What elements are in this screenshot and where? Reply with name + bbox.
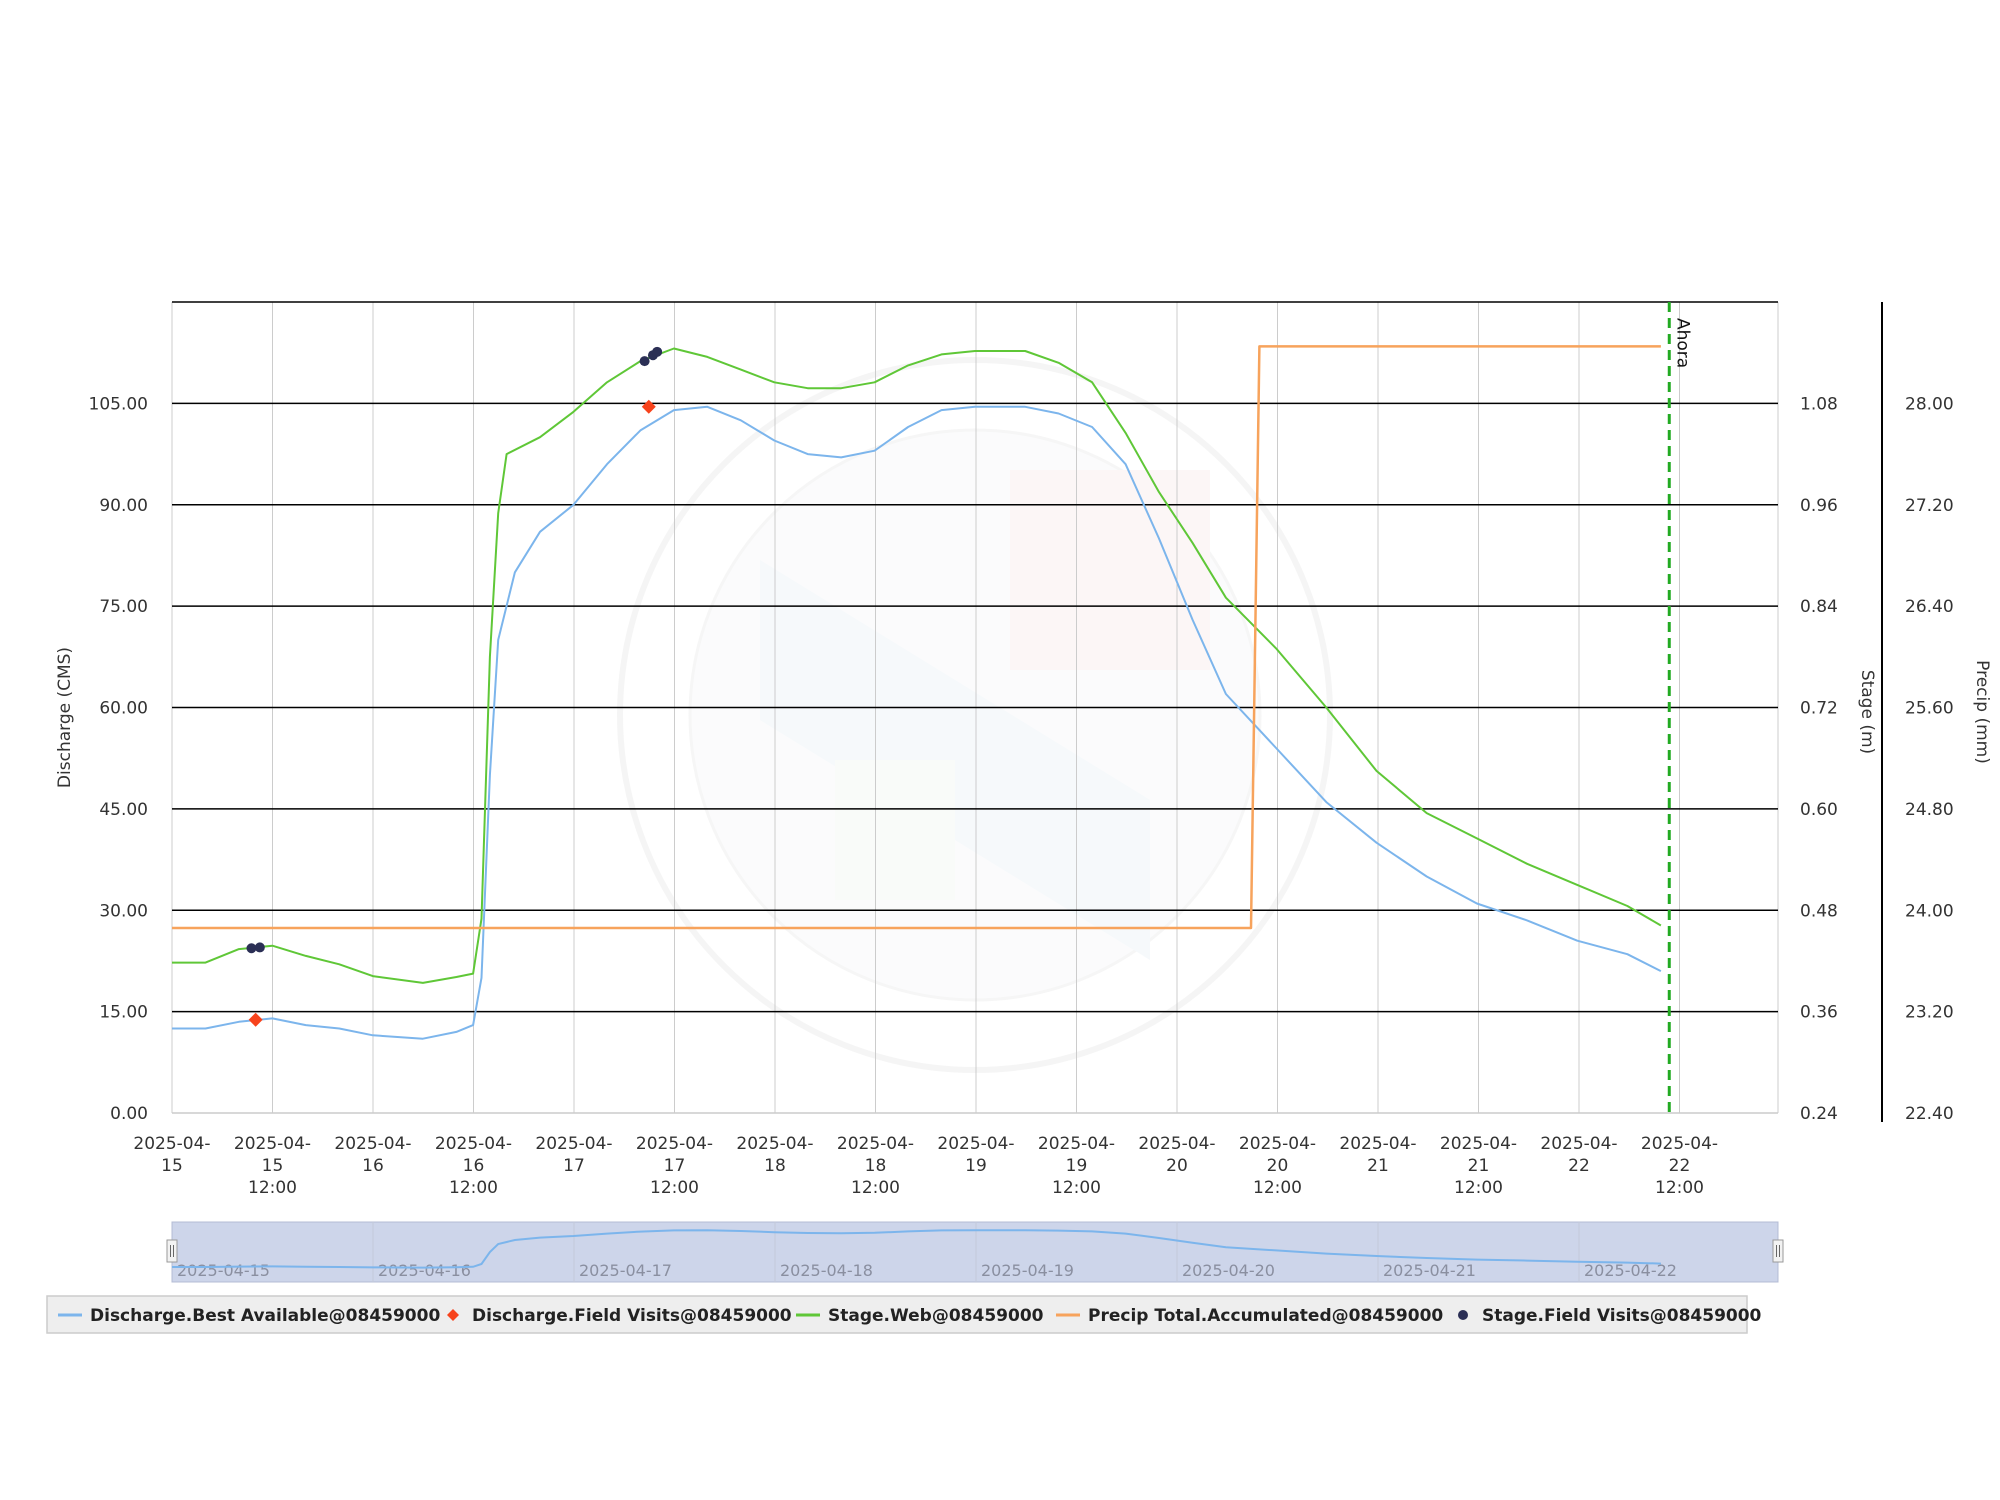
legend-label: Precip Total.Accumulated@08459000 bbox=[1088, 1306, 1443, 1326]
legend-item[interactable]: Discharge.Best Available@08459000 bbox=[58, 1306, 440, 1326]
navigator-tick-label: 2025-04-19 bbox=[981, 1261, 1074, 1280]
navigator-tick-label: 2025-04-22 bbox=[1584, 1261, 1677, 1280]
y-axis-title-stage: Stage (m) bbox=[1857, 670, 1877, 754]
y-tick-label-stage: 0.60 bbox=[1800, 800, 1838, 820]
x-tick-label: 2025-04-21 12:00 bbox=[1440, 1134, 1517, 1198]
legend-item[interactable]: Discharge.Field Visits@08459000 bbox=[447, 1306, 792, 1326]
y-tick-label-discharge: 45.00 bbox=[99, 800, 148, 820]
x-tick-label: 2025-04-15 12:00 bbox=[234, 1134, 311, 1198]
x-tick-label: 2025-04-18 bbox=[736, 1134, 813, 1176]
x-tick-label: 2025-04-16 12:00 bbox=[435, 1134, 512, 1198]
series-discharge-field-visits-point bbox=[641, 399, 656, 414]
series-stage-field-visits-point bbox=[639, 356, 650, 367]
series-discharge-field-visits-point bbox=[248, 1012, 263, 1027]
navigator-tick-label: 2025-04-16 bbox=[378, 1261, 471, 1280]
x-tick-label: 2025-04-15 bbox=[133, 1134, 210, 1176]
navigator-tick-label: 2025-04-20 bbox=[1182, 1261, 1275, 1280]
x-tick-label: 2025-04-17 bbox=[535, 1134, 612, 1176]
legend-item[interactable]: Stage.Web@08459000 bbox=[796, 1306, 1044, 1326]
x-tick-label: 2025-04-20 bbox=[1138, 1134, 1215, 1176]
series-stage-field-visits-point bbox=[254, 942, 265, 953]
legend-item[interactable]: Stage.Field Visits@08459000 bbox=[1458, 1306, 1762, 1326]
y-tick-label-discharge: 105.00 bbox=[89, 394, 148, 414]
legend-item[interactable]: Precip Total.Accumulated@08459000 bbox=[1056, 1306, 1443, 1326]
navigator-tick-label: 2025-04-21 bbox=[1383, 1261, 1476, 1280]
y-tick-label-precip: 27.20 bbox=[1905, 496, 1954, 516]
y-tick-label-precip: 22.40 bbox=[1905, 1104, 1954, 1124]
navigator-tick-label: 2025-04-18 bbox=[780, 1261, 873, 1280]
y-tick-label-discharge: 60.00 bbox=[99, 699, 148, 719]
y-tick-label-discharge: 0.00 bbox=[110, 1104, 148, 1124]
navigator-handle[interactable] bbox=[166, 1239, 178, 1263]
hydrograph-chart: Ahora 0.00 15.00 30.00 45.00 60.00 75.00 90.00… bbox=[46, 301, 1992, 1334]
y-tick-label-stage: 0.96 bbox=[1800, 496, 1838, 516]
legend-label: Stage.Field Visits@08459000 bbox=[1482, 1306, 1762, 1326]
y-tick-label-precip: 24.80 bbox=[1905, 800, 1954, 820]
navigator-tick-label: 2025-04-15 bbox=[177, 1261, 270, 1280]
y-tick-label-stage: 0.84 bbox=[1800, 597, 1838, 617]
legend-label: Stage.Web@08459000 bbox=[828, 1306, 1044, 1326]
y-tick-label-discharge: 75.00 bbox=[99, 597, 148, 617]
y-axis-title-discharge: Discharge (CMS) bbox=[55, 647, 75, 788]
legend-symbol bbox=[1458, 1310, 1468, 1320]
y-tick-label-stage: 0.72 bbox=[1800, 699, 1838, 719]
y-tick-label-stage: 1.08 bbox=[1800, 394, 1838, 414]
x-tick-label: 2025-04-19 12:00 bbox=[1038, 1134, 1115, 1198]
x-tick-label: 2025-04-19 bbox=[937, 1134, 1014, 1176]
navigator-tick-label: 2025-04-17 bbox=[579, 1261, 672, 1280]
x-tick-label: 2025-04-20 12:00 bbox=[1239, 1134, 1316, 1198]
y-tick-label-stage: 0.48 bbox=[1800, 901, 1838, 921]
x-tick-label: 2025-04-18 12:00 bbox=[837, 1134, 914, 1198]
legend-label: Discharge.Field Visits@08459000 bbox=[472, 1306, 792, 1326]
now-marker-label: Ahora bbox=[1672, 318, 1692, 368]
x-tick-label: 2025-04-21 bbox=[1339, 1134, 1416, 1176]
x-tick-label: 2025-04-22 bbox=[1540, 1134, 1617, 1176]
legend-label: Discharge.Best Available@08459000 bbox=[90, 1306, 440, 1326]
y-axis-title-precip: Precip (mm) bbox=[1972, 660, 1992, 764]
y-tick-label-discharge: 30.00 bbox=[99, 901, 148, 921]
y-tick-label-precip: 24.00 bbox=[1905, 901, 1954, 921]
y-tick-label-discharge: 90.00 bbox=[99, 496, 148, 516]
y-tick-label-stage: 0.36 bbox=[1800, 1003, 1838, 1023]
legend: Discharge.Best Available@08459000 Dischar… bbox=[46, 1295, 1762, 1334]
x-tick-label: 2025-04-16 bbox=[334, 1134, 411, 1176]
series-stage-field-visits-point bbox=[652, 346, 663, 357]
navigator-handle[interactable] bbox=[1772, 1239, 1784, 1263]
y-tick-label-precip: 26.40 bbox=[1905, 597, 1954, 617]
y-tick-label-precip: 25.60 bbox=[1905, 699, 1954, 719]
y-tick-label-stage: 0.24 bbox=[1800, 1104, 1838, 1124]
y-tick-label-precip: 23.20 bbox=[1905, 1003, 1954, 1023]
watermark-seal bbox=[617, 357, 1333, 1073]
y-tick-label-discharge: 15.00 bbox=[99, 1003, 148, 1023]
x-tick-label: 2025-04-17 12:00 bbox=[636, 1134, 713, 1198]
x-tick-label: 2025-04-22 12:00 bbox=[1641, 1134, 1718, 1198]
y-tick-label-precip: 28.00 bbox=[1905, 394, 1954, 414]
range-navigator[interactable]: 2025-04-15 2025-04-16 2025-04-17 2025-04-18… bbox=[166, 1221, 1784, 1283]
